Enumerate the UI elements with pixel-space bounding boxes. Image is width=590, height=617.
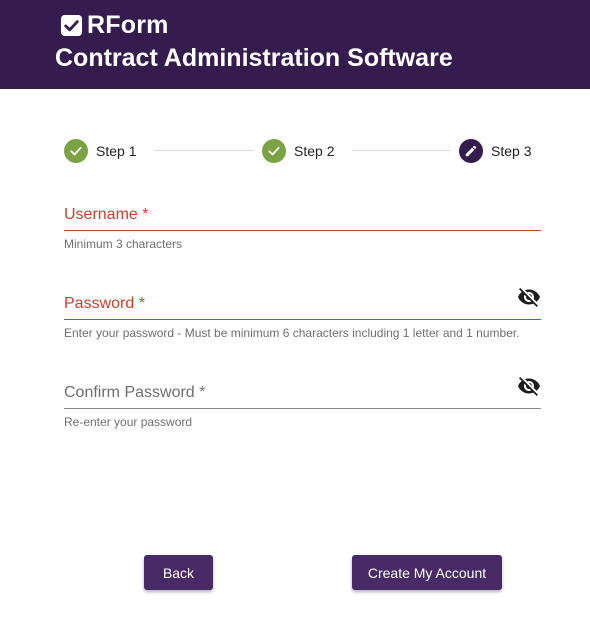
- create-account-button[interactable]: Create My Account: [352, 555, 502, 590]
- app-title: Contract Administration Software: [55, 44, 453, 72]
- step-3-label: Step 3: [491, 142, 532, 159]
- app-header: RForm Contract Administration Software: [0, 0, 590, 89]
- pencil-icon: [465, 145, 477, 156]
- stepper: Step 1 Step 2 Step 3: [64, 138, 534, 163]
- username-helper: Minimum 3 characters: [64, 237, 183, 251]
- password-field[interactable]: Password * Enter your password - Must be…: [64, 295, 541, 345]
- password-underline: [64, 319, 541, 320]
- back-button[interactable]: Back: [144, 555, 213, 590]
- step-1-complete: [64, 138, 88, 163]
- step-3: Step 3: [459, 138, 531, 163]
- password-label: Password *: [64, 295, 145, 312]
- confirm-password-helper: Re-enter your password: [64, 415, 193, 429]
- username-underline: [64, 230, 541, 231]
- password-helper: Enter your password - Must be minimum 6 …: [64, 326, 520, 340]
- confirm-password-label: Confirm Password *: [64, 384, 206, 401]
- confirm-password-underline: [64, 408, 541, 409]
- step-2: Step 2: [262, 138, 334, 163]
- confirm-password-field[interactable]: Confirm Password * Re-enter your passwor…: [64, 384, 541, 434]
- step-2-label: Step 2: [294, 142, 335, 159]
- checkbox-logo-icon: [60, 14, 83, 36]
- check-icon: [70, 146, 82, 155]
- step-3-active: [459, 138, 483, 163]
- eye-off-icon[interactable]: [517, 374, 541, 398]
- brand-logo: RForm: [60, 12, 169, 38]
- step-1-label: Step 1: [96, 142, 137, 159]
- username-label: Username *: [64, 206, 149, 223]
- step-2-complete: [262, 138, 286, 163]
- username-field[interactable]: Username * Minimum 3 characters: [64, 206, 541, 256]
- eye-off-icon[interactable]: [517, 285, 541, 309]
- step-1: Step 1: [64, 138, 136, 163]
- step-connector: [154, 150, 254, 151]
- check-icon: [268, 146, 280, 155]
- brand-name: RForm: [87, 11, 169, 39]
- step-connector: [352, 150, 451, 151]
